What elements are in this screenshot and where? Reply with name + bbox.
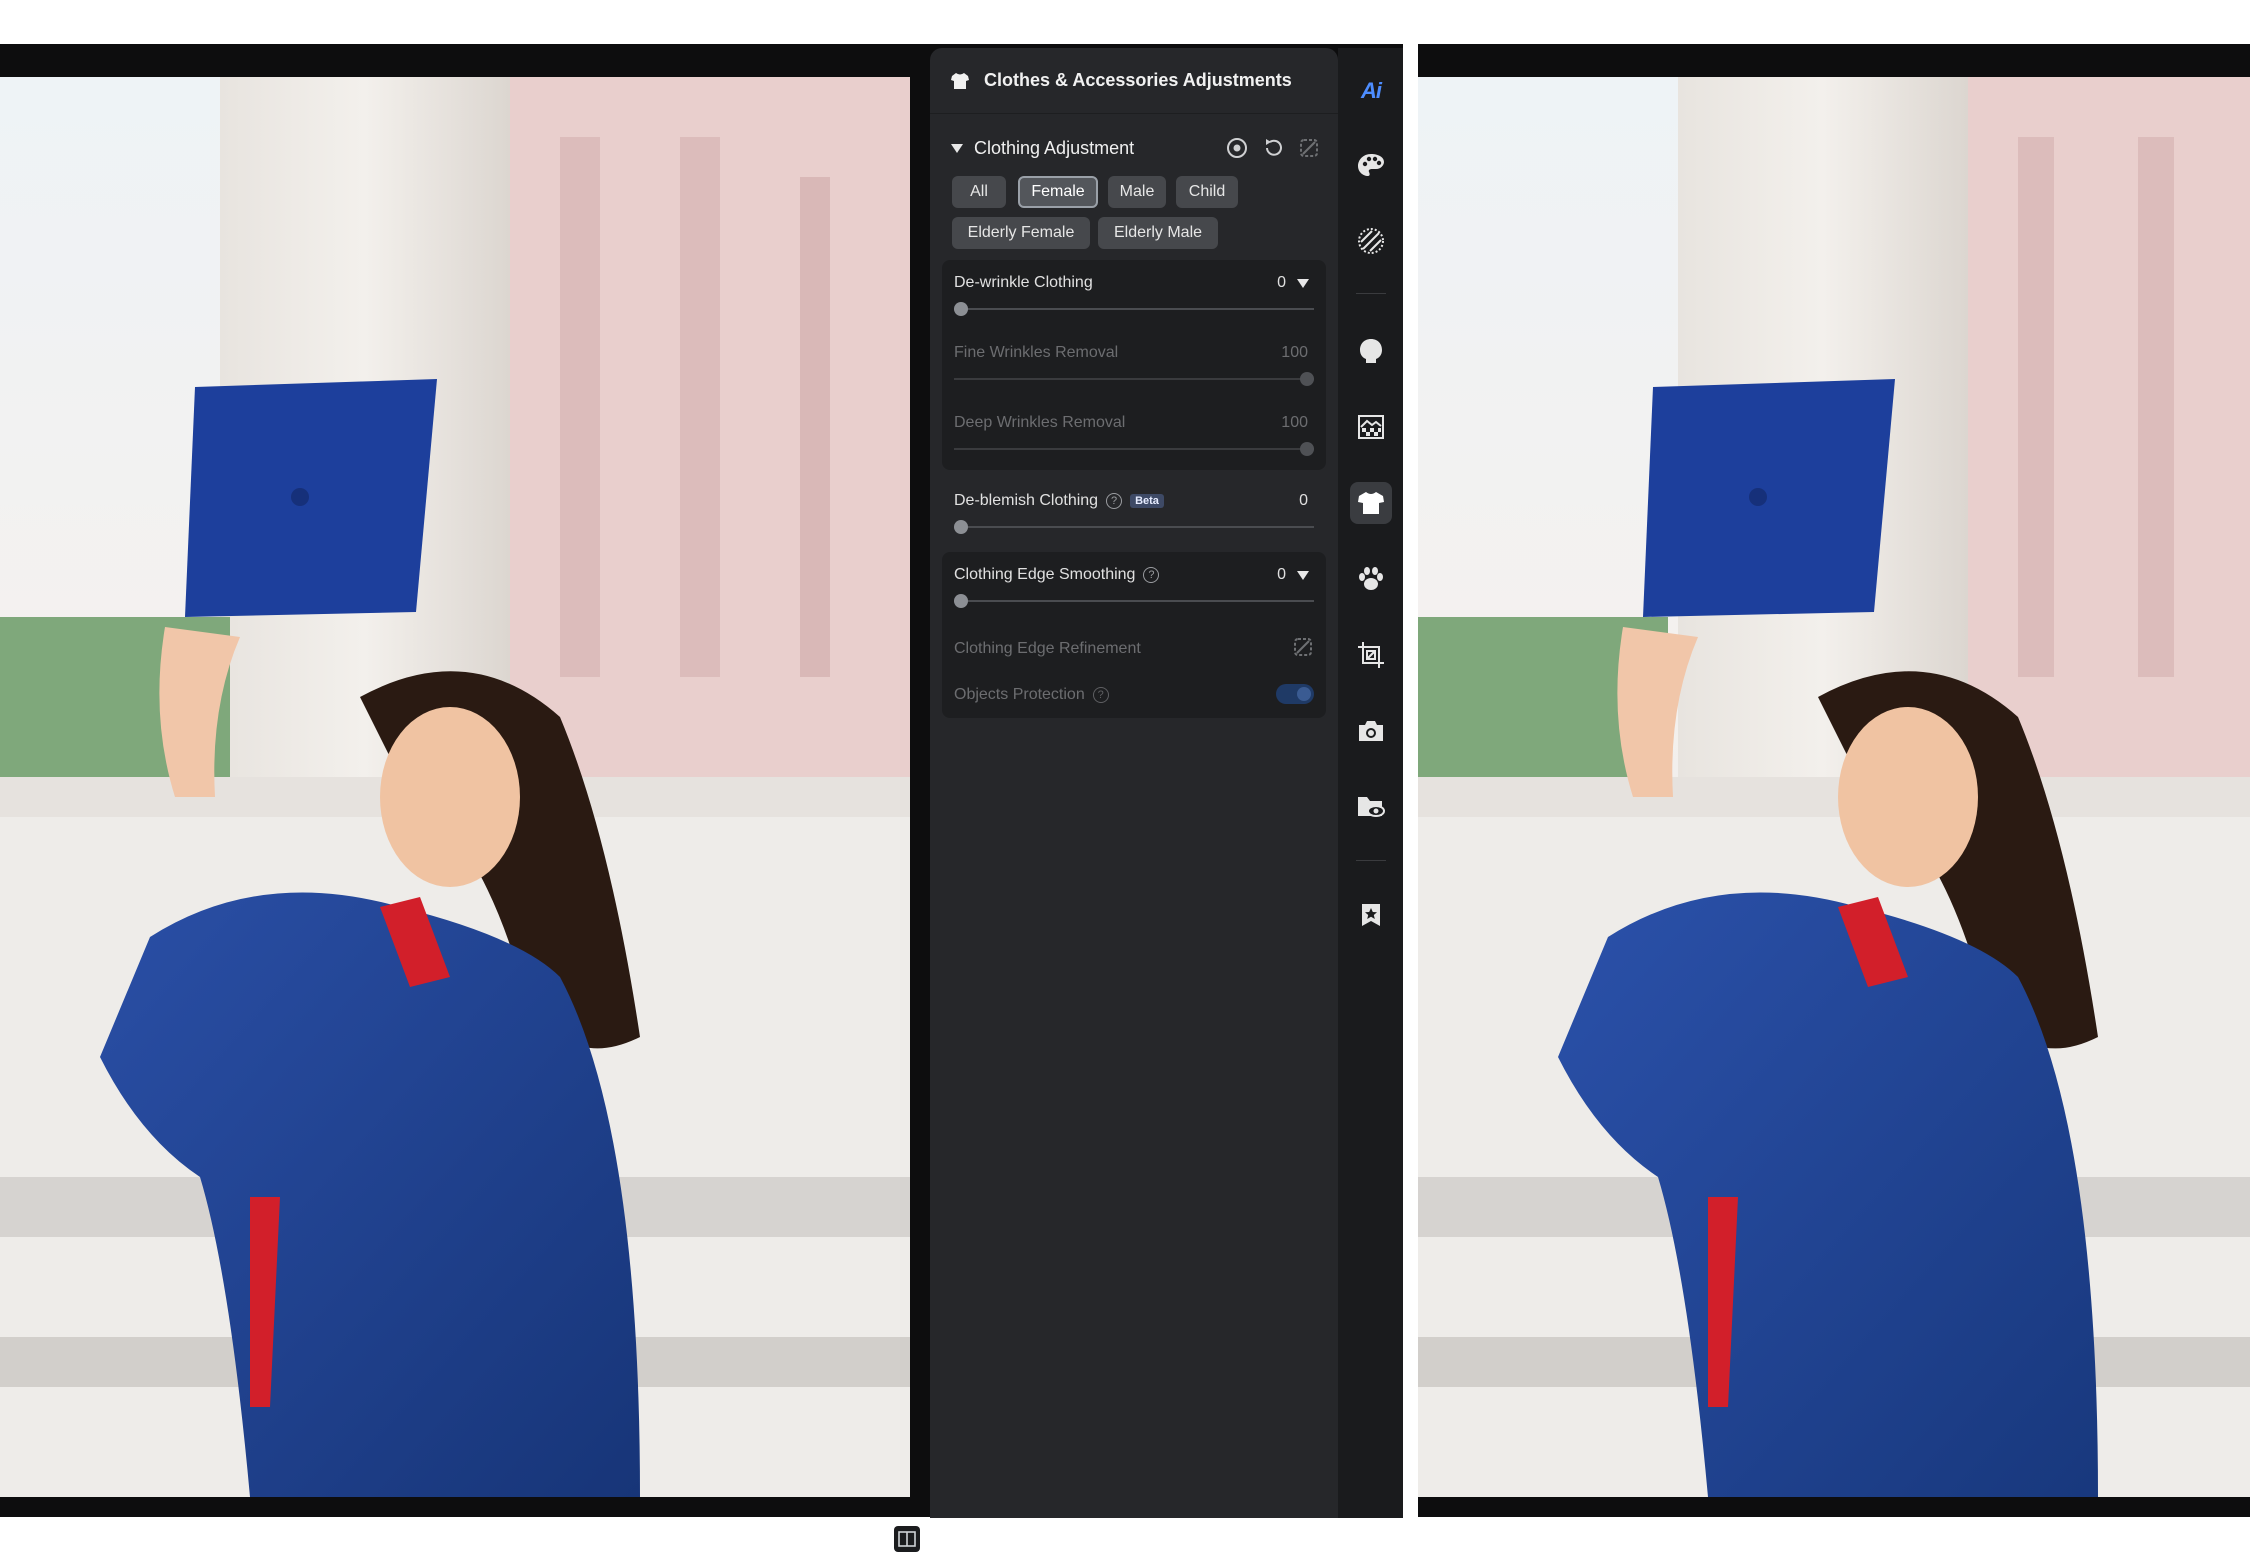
dewrinkle-label: De-wrinkle Clothing: [954, 274, 1093, 291]
filter-chip-elderly-female[interactable]: Elderly Female: [952, 217, 1090, 249]
panel-title: Clothes & Accessories Adjustments: [984, 70, 1292, 90]
fine-wrinkles-slider[interactable]: [954, 372, 1314, 386]
dewrinkle-slider-thumb[interactable]: [954, 302, 968, 316]
edge-smoothing-value-group: 0: [1277, 566, 1310, 584]
dewrinkle-value-group: 0: [1277, 274, 1310, 292]
texture-icon[interactable]: [1350, 220, 1392, 262]
adjustments-panel: Clothes & Accessories Adjustments Clothi…: [930, 48, 1338, 1518]
after-photo: [1418, 77, 2250, 1497]
edge-smoothing-label: Clothing Edge Smoothing: [954, 566, 1136, 583]
edge-smoothing-card: Clothing Edge Smoothing ? 0 Clothing Edg…: [942, 552, 1326, 718]
rail-divider: [1356, 293, 1386, 294]
panel-header: Clothes & Accessories Adjustments: [930, 48, 1338, 114]
help-icon[interactable]: ?: [1106, 493, 1123, 509]
before-photo: [0, 77, 910, 1497]
shirt-icon[interactable]: [1350, 482, 1392, 524]
deblemish-row: De-blemish Clothing ? Beta 0: [942, 482, 1326, 542]
edge-smoothing-label-group: Clothing Edge Smoothing ?: [954, 566, 1160, 584]
filter-chip-female[interactable]: Female: [1018, 176, 1098, 208]
shirt-icon: [951, 72, 969, 89]
help-icon[interactable]: ?: [1092, 687, 1109, 703]
deblemish-label: De-blemish Clothing: [954, 492, 1099, 509]
background-icon[interactable]: [1350, 406, 1392, 448]
help-icon[interactable]: ?: [1143, 567, 1160, 583]
deep-wrinkles-label: Deep Wrinkles Removal: [954, 414, 1126, 431]
tool-rail: Ai: [1338, 48, 1403, 1518]
deblemish-slider[interactable]: [954, 520, 1314, 534]
filter-chip-all[interactable]: All: [952, 176, 1006, 208]
expand-triangle-icon[interactable]: [1296, 569, 1310, 581]
deep-wrinkles-slider[interactable]: [954, 442, 1314, 456]
bookmark-star-icon[interactable]: [1350, 894, 1392, 936]
objects-protection-label: Objects Protection: [954, 686, 1085, 703]
brush-off-icon[interactable]: [1298, 137, 1320, 159]
beta-badge: Beta: [1130, 494, 1164, 508]
dewrinkle-slider[interactable]: [954, 302, 1314, 316]
section-title: Clothing Adjustment: [974, 137, 1135, 158]
reset-icon[interactable]: [1262, 137, 1284, 159]
folder-eye-icon[interactable]: [1350, 786, 1392, 828]
ai-icon[interactable]: Ai: [1350, 70, 1392, 112]
palette-icon[interactable]: [1350, 144, 1392, 186]
deblemish-value[interactable]: 0: [1299, 492, 1308, 510]
fine-wrinkles-label: Fine Wrinkles Removal: [954, 344, 1119, 361]
fine-wrinkles-value: 100: [1281, 344, 1308, 361]
expand-triangle-icon[interactable]: [1296, 277, 1310, 289]
clothing-adjustment-header[interactable]: Clothing Adjustment: [950, 128, 1320, 168]
paw-icon[interactable]: [1350, 558, 1392, 600]
preview-eye-icon[interactable]: [1226, 137, 1248, 159]
graduate-photo-after: [1418, 77, 2250, 1497]
head-icon[interactable]: [1350, 330, 1392, 372]
deblemish-label-group: De-blemish Clothing ? Beta: [954, 492, 1164, 510]
edge-smoothing-slider[interactable]: [954, 594, 1314, 608]
dewrinkle-value[interactable]: 0: [1277, 274, 1286, 292]
compare-view-icon[interactable]: [894, 1526, 920, 1552]
rail-divider: [1356, 860, 1386, 861]
edge-smoothing-slider-thumb[interactable]: [954, 594, 968, 608]
filter-chip-child[interactable]: Child: [1176, 176, 1238, 208]
screenshot-stage: Clothes & Accessories Adjustments Clothi…: [0, 0, 2250, 1563]
deblemish-slider-thumb[interactable]: [954, 520, 968, 534]
collapse-triangle-icon[interactable]: [950, 142, 964, 154]
edge-smoothing-value[interactable]: 0: [1277, 566, 1286, 584]
brush-off-icon[interactable]: [1292, 636, 1314, 658]
fine-wrinkles-slider-thumb[interactable]: [1300, 372, 1314, 386]
graduate-photo-before: [0, 77, 910, 1497]
crop-icon[interactable]: [1350, 634, 1392, 676]
deep-wrinkles-slider-thumb[interactable]: [1300, 442, 1314, 456]
deep-wrinkles-value: 100: [1281, 414, 1308, 431]
edge-refinement-label: Clothing Edge Refinement: [954, 640, 1141, 657]
objects-protection-toggle[interactable]: [1276, 684, 1314, 704]
filter-chip-elderly-male[interactable]: Elderly Male: [1098, 217, 1218, 249]
dewrinkle-card: De-wrinkle Clothing 0 Fine Wrinkles Remo…: [942, 260, 1326, 470]
camera-icon[interactable]: [1350, 710, 1392, 752]
objects-protection-label-group: Objects Protection ?: [954, 686, 1109, 704]
filter-chip-male[interactable]: Male: [1108, 176, 1166, 208]
